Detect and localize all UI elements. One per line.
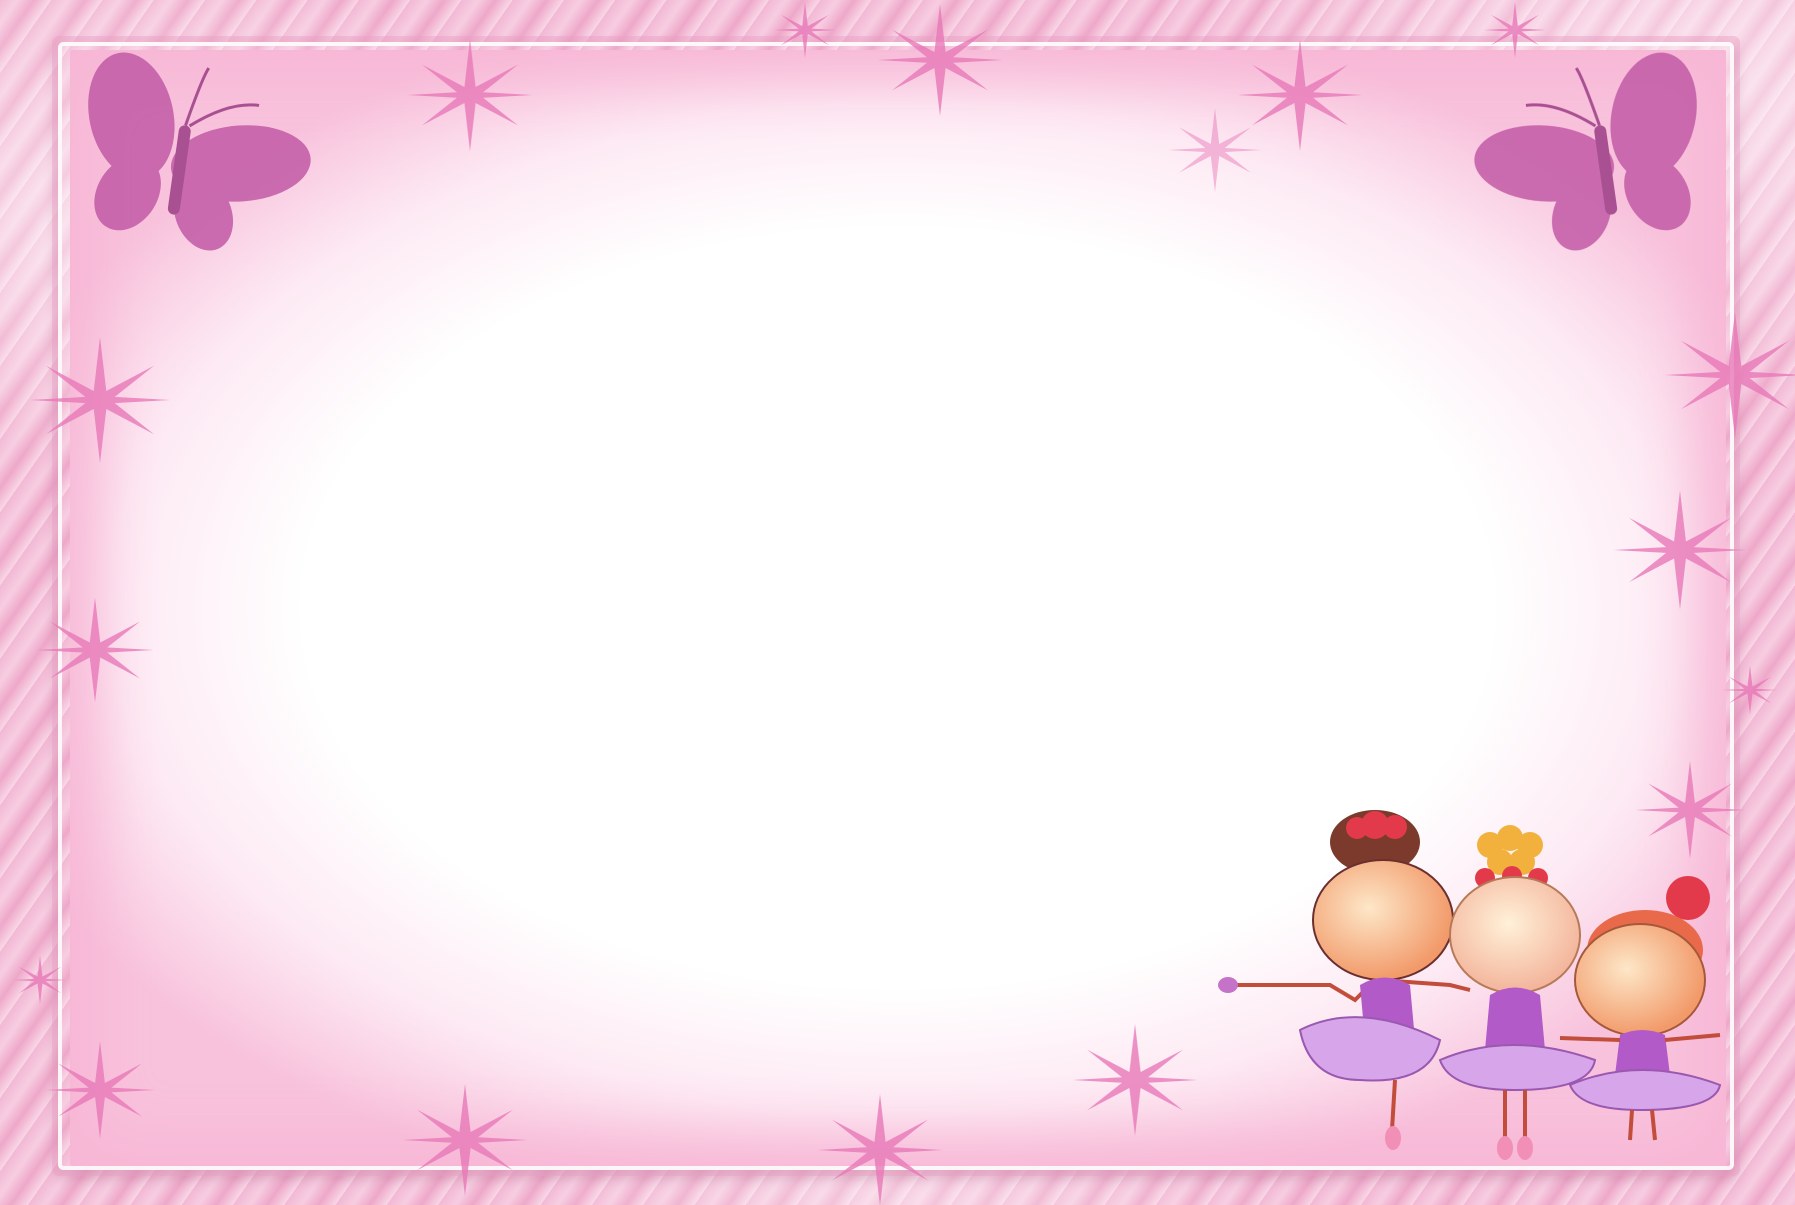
blank-card-area [70, 50, 1726, 1166]
